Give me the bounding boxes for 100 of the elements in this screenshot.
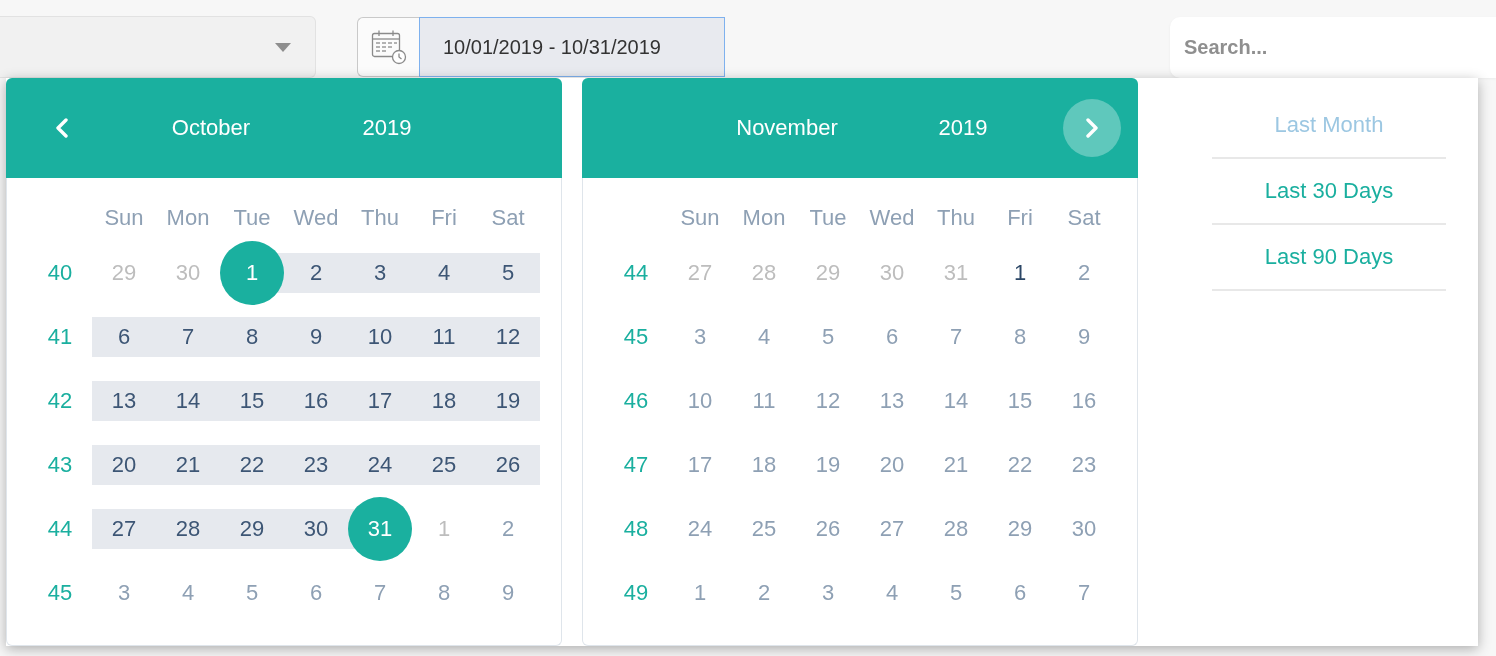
weekday-label: Mon (166, 204, 210, 231)
day-cell[interactable]: 3 (821, 582, 835, 604)
weekday-label: Sat (491, 204, 525, 231)
day-cell[interactable]: 12 (476, 317, 540, 357)
day-cell[interactable]: 8 (1013, 326, 1027, 348)
day-cell[interactable]: 3 (117, 582, 131, 604)
day-cell[interactable]: 5 (949, 582, 963, 604)
day-cell[interactable]: 28 (156, 509, 220, 549)
day-cell[interactable]: 25 (751, 518, 777, 540)
day-cell[interactable]: 18 (412, 381, 476, 421)
day-cell[interactable]: 24 (687, 518, 713, 540)
day-cell[interactable]: 27 (879, 518, 905, 540)
day-cell[interactable]: 22 (220, 445, 284, 485)
day-cell[interactable]: 13 (92, 381, 156, 421)
day-cell[interactable]: 30 (879, 262, 905, 284)
day-cell[interactable]: 21 (156, 445, 220, 485)
day-cell[interactable]: 3 (348, 253, 412, 293)
day-cell[interactable]: 7 (156, 317, 220, 357)
day-cell[interactable]: 30 (284, 509, 348, 549)
day-cell[interactable]: 16 (284, 381, 348, 421)
day-cell[interactable]: 13 (879, 390, 905, 412)
day-cell[interactable]: 8 (220, 317, 284, 357)
day-cell[interactable]: 18 (751, 454, 777, 476)
date-range-field[interactable]: 10/01/2019 - 10/31/2019 (419, 17, 725, 77)
day-cell[interactable]: 11 (752, 390, 776, 412)
previous-month-button[interactable] (55, 118, 69, 138)
day-cell[interactable]: 17 (348, 381, 412, 421)
day-cell[interactable]: 5 (821, 326, 835, 348)
preset-option[interactable]: Last 90 Days (1212, 225, 1446, 291)
day-cell[interactable]: 17 (687, 454, 713, 476)
day-cell[interactable]: 4 (885, 582, 899, 604)
day-cell[interactable]: 3 (693, 326, 707, 348)
week-number: 47 (623, 452, 649, 478)
day-cell[interactable]: 2 (284, 253, 348, 293)
day-cell[interactable]: 2 (1077, 262, 1091, 284)
search-field[interactable]: Search... (1170, 17, 1496, 78)
week-number: 44 (623, 260, 649, 286)
day-cell[interactable]: 5 (245, 582, 259, 604)
day-cell[interactable]: 10 (687, 390, 713, 412)
preset-option[interactable]: Last Month (1212, 93, 1446, 159)
day-cell[interactable]: 28 (943, 518, 969, 540)
day-cell[interactable]: 7 (1077, 582, 1091, 604)
day-cell[interactable]: 29 (1007, 518, 1033, 540)
day-cell[interactable]: 9 (501, 582, 515, 604)
day-cell[interactable]: 24 (348, 445, 412, 485)
day-cell[interactable]: 4 (757, 326, 771, 348)
day-cell[interactable]: 14 (943, 390, 969, 412)
dropdown-field[interactable] (0, 16, 316, 78)
day-cell[interactable]: 14 (156, 381, 220, 421)
day-cell[interactable]: 7 (949, 326, 963, 348)
preset-option[interactable]: Last 30 Days (1212, 159, 1446, 225)
day-cell[interactable]: 12 (815, 390, 841, 412)
day-cell[interactable]: 15 (1007, 390, 1033, 412)
weekday-label: Fri (1007, 204, 1033, 231)
day-cell[interactable]: 1 (693, 582, 707, 604)
day-cell[interactable]: 8 (437, 582, 451, 604)
weekday-label: Sat (1067, 204, 1101, 231)
day-cell[interactable]: 30 (1071, 518, 1097, 540)
day-cell[interactable]: 25 (412, 445, 476, 485)
day-cell[interactable]: 30 (175, 262, 201, 284)
day-cell[interactable]: 5 (476, 253, 540, 293)
day-cell[interactable]: 4 (412, 253, 476, 293)
day-cell[interactable]: 23 (284, 445, 348, 485)
calendar-button[interactable] (357, 17, 419, 77)
day-cell[interactable]: 1 (1013, 262, 1027, 284)
day-cell[interactable]: 26 (815, 518, 841, 540)
day-cell[interactable]: 15 (220, 381, 284, 421)
day-cell[interactable]: 19 (815, 454, 841, 476)
day-cell[interactable]: 6 (309, 582, 323, 604)
day-cell[interactable]: 10 (348, 317, 412, 357)
day-cell[interactable]: 1 (437, 518, 451, 540)
day-cell[interactable]: 29 (220, 509, 284, 549)
day-cell[interactable]: 2 (757, 582, 771, 604)
day-cell[interactable]: 23 (1071, 454, 1097, 476)
day-cell[interactable]: 7 (373, 582, 387, 604)
weekday-label: Mon (742, 204, 786, 231)
day-cell[interactable]: 29 (815, 262, 841, 284)
day-cell[interactable]: 9 (284, 317, 348, 357)
day-cell[interactable]: 16 (1071, 390, 1097, 412)
week-number: 40 (47, 260, 73, 286)
weekday-label: Wed (869, 204, 915, 231)
day-cell[interactable]: 20 (92, 445, 156, 485)
day-cell[interactable]: 19 (476, 381, 540, 421)
day-cell[interactable]: 6 (1013, 582, 1027, 604)
day-cell[interactable]: 6 (885, 326, 899, 348)
day-cell[interactable]: 29 (111, 262, 137, 284)
day-cell[interactable]: 2 (501, 518, 515, 540)
day-cell[interactable]: 22 (1007, 454, 1033, 476)
day-cell[interactable]: 4 (181, 582, 195, 604)
day-cell[interactable]: 6 (92, 317, 156, 357)
day-cell[interactable]: 27 (92, 509, 156, 549)
day-cell[interactable]: 11 (412, 317, 476, 357)
day-cell[interactable]: 27 (687, 262, 713, 284)
day-cell[interactable]: 28 (751, 262, 777, 284)
weekday-label: Sun (104, 204, 144, 231)
day-cell[interactable]: 21 (943, 454, 969, 476)
day-cell[interactable]: 9 (1077, 326, 1091, 348)
day-cell[interactable]: 20 (879, 454, 905, 476)
day-cell[interactable]: 26 (476, 445, 540, 485)
day-cell[interactable]: 31 (943, 262, 969, 284)
